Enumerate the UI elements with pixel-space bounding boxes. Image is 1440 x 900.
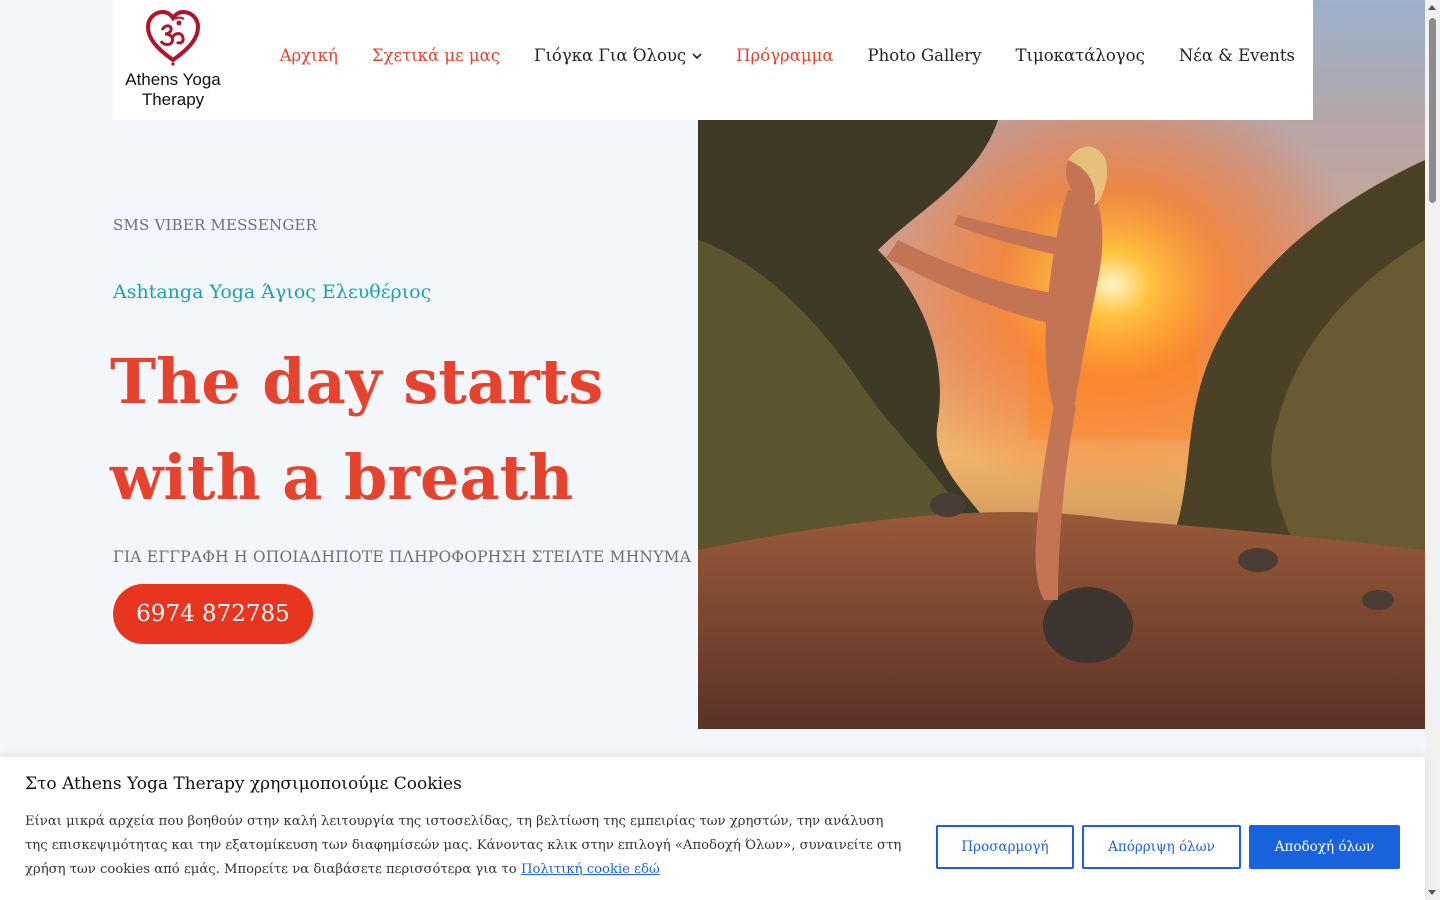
chevron-down-icon xyxy=(692,52,702,59)
nav-item-photo-gallery[interactable]: Photo Gallery xyxy=(868,46,982,65)
hero-info-text: ΓΙΑ ΕΓΓΡΑΦΗ Η ΟΠΟΙΑΔΗΠΟΤΕ ΠΛΗΡΟΦΟΡΗΣΗ ΣΤ… xyxy=(113,548,692,566)
scroll-up-arrow-icon[interactable] xyxy=(1428,5,1436,10)
scroll-down-arrow-icon[interactable] xyxy=(1428,890,1436,895)
logo-text-line2: Therapy xyxy=(141,90,205,109)
hero-headline: The day starts with a breath xyxy=(110,334,670,526)
logo-text-line1: Athens Yoga xyxy=(125,70,221,89)
cookie-description: Είναι μικρά αρχεία που βοηθούν στην καλή… xyxy=(25,814,902,877)
hero-subtitle: Ashtanga Yoga Άγιος Ελευθέριος xyxy=(113,281,432,303)
hero-eyebrow: SMS VIBER MESSENGER xyxy=(113,216,318,234)
cookie-accept-all-button[interactable]: Αποδοχή όλων xyxy=(1249,825,1400,869)
om-heart-logo-icon xyxy=(145,9,201,66)
site-header: Athens Yoga Therapy Αρχική Σχετικά με μα… xyxy=(113,0,1313,120)
logo-text: Athens Yoga Therapy xyxy=(119,70,227,110)
cookie-customize-button[interactable]: Προσαρμογή xyxy=(936,825,1074,869)
nav-item-home[interactable]: Αρχική xyxy=(280,46,338,65)
hero-headline-line1: The day starts xyxy=(110,345,604,418)
phone-button[interactable]: 6974 872785 xyxy=(113,584,313,644)
nav-item-schedule[interactable]: Πρόγραμμα xyxy=(736,46,833,65)
hero-yoga-photo xyxy=(698,120,1425,729)
nav-item-yoga-for-all[interactable]: Γιόγκα Για Όλους xyxy=(534,46,702,65)
nav-item-about[interactable]: Σχετικά με μας xyxy=(372,46,500,65)
nav-item-yoga-for-all-label: Γιόγκα Για Όλους xyxy=(534,46,687,65)
hero-headline-line2: with a breath xyxy=(110,441,574,514)
nav-item-news-events[interactable]: Νέα & Events xyxy=(1179,46,1295,65)
cookie-text: Είναι μικρά αρχεία που βοηθούν στην καλή… xyxy=(25,810,905,882)
page-scrollbar[interactable] xyxy=(1425,0,1440,900)
cookie-banner: Στο Athens Yoga Therapy χρησιμοποιούμε C… xyxy=(0,757,1425,900)
main-nav: Αρχική Σχετικά με μας Γιόγκα Για Όλους Π… xyxy=(280,46,1295,65)
cookie-policy-link[interactable]: Πολιτική cookie εδώ xyxy=(521,862,660,877)
cookie-title: Στο Athens Yoga Therapy χρησιμοποιούμε C… xyxy=(25,774,462,794)
hero-image-top-strip xyxy=(1313,0,1425,120)
nav-item-price-list[interactable]: Τιμοκατάλογος xyxy=(1016,46,1145,65)
site-logo[interactable]: Athens Yoga Therapy xyxy=(119,8,227,110)
scroll-thumb[interactable] xyxy=(1429,18,1436,203)
cookie-reject-all-button[interactable]: Απόρριψη όλων xyxy=(1082,825,1241,869)
